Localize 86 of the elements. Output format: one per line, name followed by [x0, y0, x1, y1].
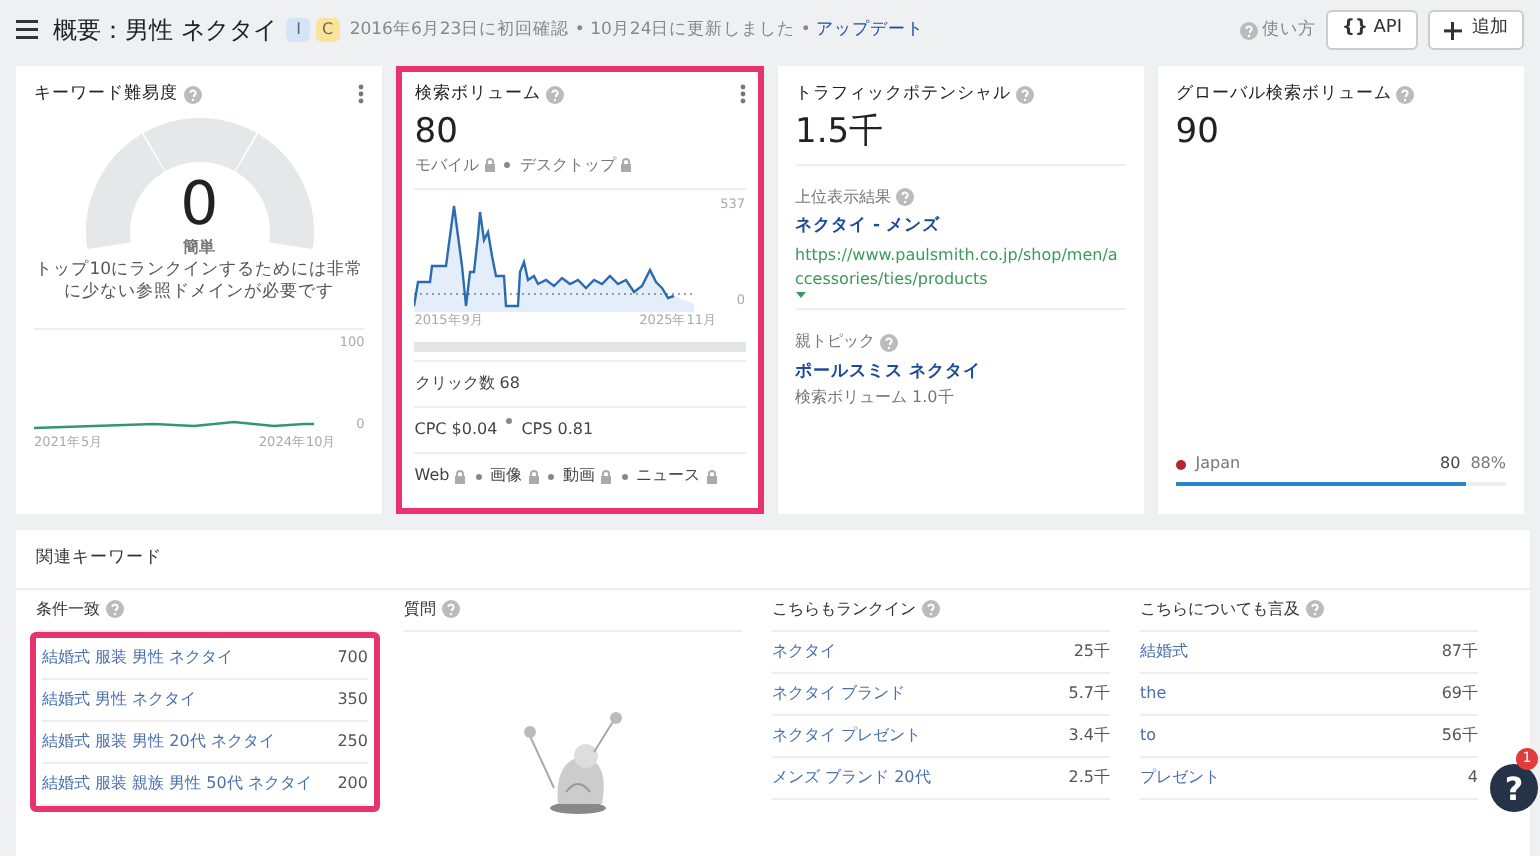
volume-value: 25千: [1073, 639, 1110, 664]
separator-dot: [475, 473, 482, 480]
more-icon[interactable]: [358, 84, 365, 105]
separator-dot: [621, 473, 628, 480]
help-icon[interactable]: [880, 333, 898, 352]
parent-topic-link[interactable]: ポールスミス ネクタイ: [795, 359, 1126, 386]
volume-value: 3.4千: [1068, 723, 1110, 748]
keyword-link[interactable]: ネクタイ: [772, 639, 836, 664]
serp-type: 画像: [490, 464, 523, 489]
device-label: モバイル: [414, 153, 479, 178]
column-title: こちらについても言及: [1140, 597, 1300, 622]
traffic-value: 1.5千: [795, 112, 886, 154]
keyword-link[interactable]: to: [1140, 723, 1157, 748]
separator-dot: [506, 418, 513, 425]
country-share: 88%: [1470, 452, 1506, 476]
country-volume: 80: [1440, 452, 1461, 476]
card-title: キーワード難易度: [34, 82, 178, 108]
help-icon[interactable]: [896, 188, 914, 207]
keyword-link[interactable]: メンズ ブランド 20代: [772, 765, 931, 790]
plus-icon: [1444, 21, 1462, 39]
help-icon[interactable]: [105, 600, 123, 619]
help-icon[interactable]: [183, 85, 201, 104]
help-icon[interactable]: [1239, 21, 1258, 39]
update-info: 2016年6月23日に初回確認 • 10月24日に更新しました •: [349, 17, 811, 43]
column-title: こちらもランクイン: [772, 597, 916, 622]
clicks-stat: クリック数 68: [414, 360, 745, 407]
volume-value: 87千: [1441, 639, 1478, 664]
keyword-link[interactable]: 結婚式 服装 男性 ネクタイ: [42, 645, 234, 670]
help-icon[interactable]: [1016, 85, 1034, 104]
api-button[interactable]: {} API: [1326, 10, 1418, 50]
keyword-link[interactable]: ネクタイ ブランド: [772, 681, 906, 706]
result-title-link[interactable]: ネクタイ - メンズ: [795, 214, 1126, 240]
update-link[interactable]: アップデート: [815, 17, 924, 43]
tag-badge: C: [315, 18, 340, 42]
global-value: 90: [1175, 112, 1221, 154]
volume-value: 700: [337, 645, 368, 670]
result-url[interactable]: https://www.paulsmith.co.jp/shop/men/accessories/ties/products: [795, 244, 1126, 293]
difficulty-description: トップ10にランクインするためには非常に少ない参照ドメインが必要です: [34, 260, 365, 305]
separator-dot: [548, 473, 555, 480]
volume-value: 4: [1467, 765, 1478, 790]
help-icon[interactable]: [1305, 600, 1323, 619]
caret-icon[interactable]: [795, 292, 805, 299]
keyword-link[interactable]: the: [1140, 681, 1167, 706]
volume-value: 2.5千: [1068, 765, 1110, 790]
volume-value: 56千: [1441, 723, 1478, 748]
volume-value: 5.7千: [1068, 681, 1110, 706]
cost-stat: CPS 0.81: [521, 418, 594, 443]
section-label: 上位表示結果: [795, 185, 891, 210]
volume-value: 80: [414, 112, 460, 154]
add-button[interactable]: 追加: [1428, 10, 1524, 50]
keyword-link[interactable]: プレゼント: [1140, 765, 1220, 790]
difficulty-score: 0: [180, 176, 219, 237]
difficulty-rating: 簡単: [183, 236, 216, 261]
card-title: トラフィックポテンシャル: [795, 82, 1011, 108]
section-label: 親トピック: [795, 330, 875, 355]
column-title: 条件一致: [36, 597, 100, 622]
country-name: Japan: [1195, 452, 1241, 476]
keyword-link[interactable]: 結婚式 服装 親族 男性 50代 ネクタイ: [42, 771, 312, 796]
keyword-link[interactable]: 結婚式: [1140, 639, 1188, 664]
volume-value: 250: [337, 729, 368, 754]
card-title: 検索ボリューム: [414, 82, 541, 108]
cost-stat: CPC $0.04: [414, 418, 498, 443]
help-icon[interactable]: [545, 85, 564, 104]
keyword-link[interactable]: ネクタイ プレゼント: [772, 723, 922, 748]
volume-value: 200: [337, 771, 368, 796]
column-title: 質問: [404, 597, 436, 622]
serp-type: ニュース: [636, 464, 701, 489]
section-title: 関連キーワード: [16, 530, 1530, 590]
serp-type: 動画: [563, 464, 596, 489]
help-icon[interactable]: [1396, 85, 1415, 104]
device-label: デスクトップ: [519, 153, 616, 178]
separator-dot: [504, 162, 511, 169]
tag-badge: I: [286, 18, 311, 42]
card-title: グローバル検索ボリューム: [1175, 82, 1392, 108]
volume-value: 350: [337, 687, 368, 712]
more-icon[interactable]: [739, 84, 745, 105]
page-title: 概要：男性 ネクタイ: [53, 14, 277, 48]
serp-type: Web: [414, 464, 450, 489]
keyword-link[interactable]: 結婚式 服装 男性 20代 ネクタイ: [42, 729, 275, 754]
parent-volume: 検索ボリューム 1.0千: [795, 385, 956, 410]
help-icon[interactable]: [921, 600, 939, 619]
menu-icon[interactable]: [16, 20, 38, 40]
volume-value: 69千: [1441, 681, 1478, 706]
help-link[interactable]: 使い方: [1262, 17, 1317, 43]
help-icon[interactable]: [441, 600, 459, 619]
keyword-link[interactable]: 結婚式 男性 ネクタイ: [42, 687, 197, 712]
